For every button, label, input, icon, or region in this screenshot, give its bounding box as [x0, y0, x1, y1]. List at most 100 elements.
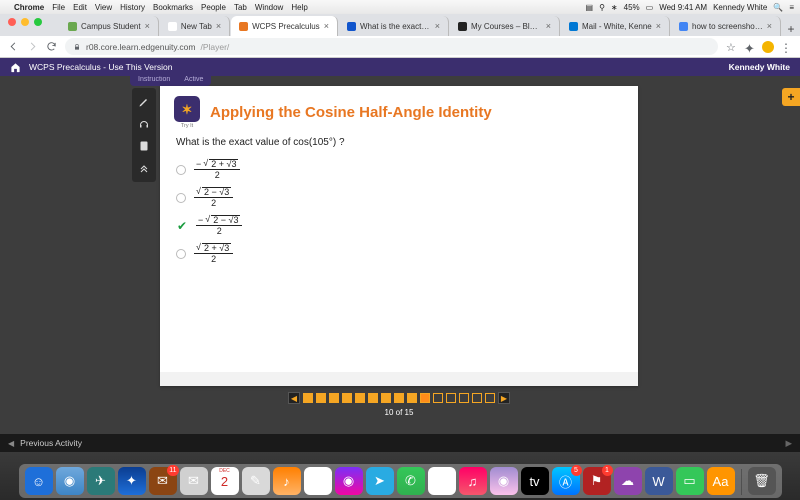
dock-app[interactable]: ☁	[614, 467, 642, 495]
tab-close-icon[interactable]: ×	[656, 21, 661, 31]
menu-history[interactable]: History	[120, 3, 145, 12]
course-user[interactable]: Kennedy White	[729, 62, 790, 72]
pager-step[interactable]	[368, 393, 378, 403]
menu-edit[interactable]: Edit	[73, 3, 87, 12]
dock-app[interactable]: DEC2	[211, 467, 239, 495]
pager-next[interactable]: ▶	[498, 392, 510, 404]
bookmark-star-icon[interactable]: ☆	[726, 41, 738, 53]
dock-app[interactable]: W	[645, 467, 673, 495]
dock-app[interactable]: ♪	[273, 467, 301, 495]
browser-tab[interactable]: New Tab×	[160, 16, 230, 36]
dock-app[interactable]: ✎	[242, 467, 270, 495]
pager-step[interactable]	[472, 393, 482, 403]
pager-step[interactable]	[394, 393, 404, 403]
menu-bookmarks[interactable]: Bookmarks	[153, 3, 193, 12]
calculator-tool[interactable]	[134, 136, 154, 156]
minimize-window[interactable]	[21, 18, 29, 26]
tab-close-icon[interactable]: ×	[767, 21, 772, 31]
spotlight-icon[interactable]: 🔍	[773, 3, 783, 12]
menu-help[interactable]: Help	[291, 3, 307, 12]
pencil-tool[interactable]	[134, 92, 154, 112]
pager-step[interactable]	[433, 393, 443, 403]
tab-close-icon[interactable]: ×	[435, 21, 440, 31]
extensions-icon[interactable]: ✦	[744, 41, 756, 53]
chrome-menu-icon[interactable]: ⋮	[780, 41, 792, 53]
dock-app[interactable]: ◉	[56, 467, 84, 495]
prev-activity-label[interactable]: Previous Activity	[20, 438, 82, 448]
collapse-tool[interactable]	[134, 158, 154, 178]
dock-app[interactable]: ◉	[335, 467, 363, 495]
pager-step[interactable]	[329, 393, 339, 403]
browser-tab[interactable]: Campus Student×	[60, 16, 159, 36]
menu-window[interactable]: Window	[255, 3, 283, 12]
tab-close-icon[interactable]: ×	[145, 21, 150, 31]
subnav-active[interactable]: Active	[184, 76, 203, 83]
forward-button[interactable]	[27, 41, 38, 52]
omnibox[interactable]: r08.core.learn.edgenuity.com/Player/	[65, 38, 718, 55]
dock-app[interactable]: ✉11	[149, 467, 177, 495]
dock-app[interactable]: ✓	[304, 467, 332, 495]
bluetooth-icon[interactable]: ∗	[611, 3, 618, 12]
browser-tab[interactable]: how to screenshot o×	[671, 16, 781, 36]
dock-app[interactable]: ⚑1	[583, 467, 611, 495]
dock-app[interactable]: ➤	[366, 467, 394, 495]
browser-tab[interactable]: Mail - White, Kenne×	[561, 16, 670, 36]
home-icon[interactable]	[10, 62, 21, 73]
pager-step[interactable]	[420, 393, 430, 403]
pager-step[interactable]	[303, 393, 313, 403]
dock-app[interactable]: ✆	[397, 467, 425, 495]
browser-tab[interactable]: WCPS Precalculus×	[231, 16, 338, 36]
headphones-tool[interactable]	[134, 114, 154, 134]
app-name[interactable]: Chrome	[14, 3, 44, 12]
answer-choice[interactable]: 2 + √3 2	[176, 240, 622, 268]
tab-close-icon[interactable]: ×	[546, 21, 551, 31]
dock-app[interactable]: ☺	[25, 467, 53, 495]
pager-step[interactable]	[485, 393, 495, 403]
pager-step[interactable]	[316, 393, 326, 403]
menubar-user[interactable]: Kennedy White	[713, 3, 767, 12]
dock-app[interactable]: ✈	[87, 467, 115, 495]
answer-choice[interactable]: 2 − √3 2	[176, 184, 622, 212]
add-note-flag[interactable]: +	[782, 88, 800, 106]
menu-people[interactable]: People	[201, 3, 226, 12]
pager-step[interactable]	[459, 393, 469, 403]
answer-choice[interactable]: −2 + √3 2	[176, 156, 622, 184]
pager-step[interactable]	[446, 393, 456, 403]
browser-tab[interactable]: My Courses – Blackb×	[450, 16, 560, 36]
new-tab-button[interactable]: +	[782, 22, 800, 36]
menu-tab[interactable]: Tab	[234, 3, 247, 12]
browser-tab[interactable]: What is the exact va×	[339, 16, 449, 36]
zoom-window[interactable]	[34, 18, 42, 26]
pager-step[interactable]	[407, 393, 417, 403]
clock[interactable]: Wed 9:41 AM	[659, 3, 707, 12]
dock-app[interactable]: Aa	[707, 467, 735, 495]
pager-step[interactable]	[381, 393, 391, 403]
subnav-instruction[interactable]: Instruction	[138, 76, 170, 83]
close-window[interactable]	[8, 18, 16, 26]
flag-icon: ▤	[586, 3, 594, 12]
next-activity-arrow[interactable]: ▶	[785, 438, 792, 449]
pager-step[interactable]	[355, 393, 365, 403]
prev-activity-arrow[interactable]: ◀	[8, 439, 14, 448]
dock-app[interactable]: Ⓐ5	[552, 467, 580, 495]
menu-extra-icon[interactable]: ≡	[789, 3, 794, 12]
tab-close-icon[interactable]: ×	[324, 21, 329, 31]
back-button[interactable]	[8, 41, 19, 52]
dock-app[interactable]: ▦	[428, 467, 456, 495]
dock-app[interactable]: 🗑	[748, 467, 776, 495]
dock-app[interactable]: ✦	[118, 467, 146, 495]
menu-file[interactable]: File	[52, 3, 65, 12]
dock-app[interactable]: ✉	[180, 467, 208, 495]
answer-choice[interactable]: ✔ −2 − √3 2	[176, 212, 622, 240]
pager-prev[interactable]: ◀	[288, 392, 300, 404]
dock-app[interactable]: tv	[521, 467, 549, 495]
dock-app[interactable]: ▭	[676, 467, 704, 495]
pager-step[interactable]	[342, 393, 352, 403]
dock-app[interactable]: ◉	[490, 467, 518, 495]
dock-app[interactable]: ♫	[459, 467, 487, 495]
menu-view[interactable]: View	[95, 3, 112, 12]
profile-avatar[interactable]	[762, 41, 774, 53]
wifi-icon[interactable]: ⚲	[599, 3, 605, 12]
tab-close-icon[interactable]: ×	[216, 21, 221, 31]
reload-button[interactable]	[46, 41, 57, 52]
